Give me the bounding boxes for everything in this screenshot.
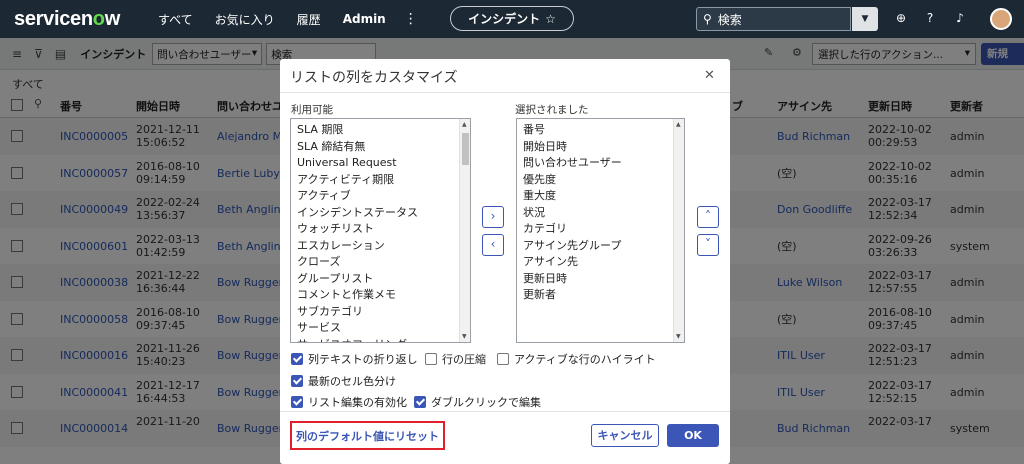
cell-coloring-label: 最新のセル色分け <box>308 375 396 388</box>
available-column-option[interactable]: SLA 締結有無 <box>291 139 470 156</box>
scroll-down-icon[interactable]: ▼ <box>676 333 681 340</box>
available-label: 利用可能 <box>291 104 333 116</box>
search-placeholder: 検索 <box>717 12 742 27</box>
move-up-button[interactable]: ˄ <box>697 206 719 228</box>
compact-rows-label: 行の圧縮 <box>442 353 486 366</box>
highlight-active-checkbox[interactable] <box>497 353 509 365</box>
nav-link-favorites[interactable]: お気に入り <box>215 11 275 28</box>
cancel-button[interactable]: キャンセル <box>591 424 659 447</box>
available-column-option[interactable]: グループリスト <box>291 271 470 288</box>
available-column-option[interactable]: SLA 期限 <box>291 122 470 139</box>
incident-pill-label: インシデント <box>468 12 541 26</box>
list-edit-checkbox[interactable] <box>291 396 303 408</box>
user-avatar[interactable] <box>990 8 1012 30</box>
search-icon: ⚲ <box>703 12 712 26</box>
available-column-option[interactable]: インシデントステータス <box>291 205 470 222</box>
selected-column-option[interactable]: 更新者 <box>517 287 684 304</box>
help-icon[interactable]: ? <box>922 10 938 26</box>
available-column-option[interactable]: アクティブ <box>291 188 470 205</box>
add-column-button[interactable]: › <box>482 206 504 228</box>
selected-column-option[interactable]: 状況 <box>517 205 684 222</box>
option-wrap-text[interactable]: 列テキストの折り返し <box>291 351 418 367</box>
star-icon[interactable]: ☆ <box>545 12 556 26</box>
selected-label: 選択されました <box>515 104 589 116</box>
option-cell-coloring[interactable]: 最新のセル色分け <box>291 373 396 389</box>
available-column-option[interactable]: アクティビティ期限 <box>291 172 470 189</box>
available-list-scrollbar[interactable]: ▲ ▼ <box>459 119 470 342</box>
scroll-thumb[interactable] <box>462 133 469 165</box>
double-click-edit-checkbox[interactable] <box>414 396 426 408</box>
compact-rows-checkbox[interactable] <box>425 353 437 365</box>
option-compact-rows[interactable]: 行の圧縮 <box>425 351 486 367</box>
selected-column-option[interactable]: アサイン先グループ <box>517 238 684 255</box>
available-column-option[interactable]: コメントと作業メモ <box>291 287 470 304</box>
selected-column-option[interactable]: 番号 <box>517 122 684 139</box>
selected-column-option[interactable]: 問い合わせユーザー <box>517 155 684 172</box>
customize-columns-dialog: リストの列をカスタマイズ ✕ 利用可能 SLA 期限 SLA 締結有無 Univer… <box>280 59 730 464</box>
option-list-edit[interactable]: リスト編集の有効化 <box>291 394 407 410</box>
available-column-option[interactable]: サービス <box>291 320 470 337</box>
available-column-option[interactable]: エスカレーション <box>291 238 470 255</box>
selected-columns-list[interactable]: 番号 開始日時 問い合わせユーザー 優先度 重大度 状況 カテゴリ アサイン先グループ アサイン… <box>516 118 685 343</box>
selected-column-option[interactable]: カテゴリ <box>517 221 684 238</box>
selected-list-scrollbar[interactable]: ▲ ▼ <box>673 119 684 342</box>
nav-link-history[interactable]: 履歴 <box>297 11 321 28</box>
available-column-option[interactable]: サブカテゴリ <box>291 304 470 321</box>
cell-coloring-checkbox[interactable] <box>291 375 303 387</box>
option-highlight-active[interactable]: アクティブな行のハイライト <box>497 351 656 367</box>
global-search-input[interactable]: ⚲ 検索 <box>696 7 851 31</box>
double-click-edit-label: ダブルクリックで編集 <box>431 396 541 409</box>
nav-link-all[interactable]: すべて <box>158 11 193 28</box>
remove-column-button[interactable]: ‹ <box>482 234 504 256</box>
dialog-title: リストの列をカスタマイズ <box>290 70 458 86</box>
scroll-down-icon[interactable]: ▼ <box>462 333 467 340</box>
notifications-bell-icon[interactable]: ♪ <box>952 10 968 26</box>
reset-columns-button[interactable]: 列のデフォルト値にリセット <box>290 421 445 450</box>
option-double-click-edit[interactable]: ダブルクリックで編集 <box>414 394 541 410</box>
move-down-button[interactable]: ˅ <box>697 234 719 256</box>
available-columns-list[interactable]: SLA 期限 SLA 締結有無 Universal Request アクティビティ期限… <box>290 118 471 343</box>
available-column-option[interactable]: Universal Request <box>291 155 470 172</box>
nav-link-admin[interactable]: Admin <box>343 12 386 26</box>
selected-column-option[interactable]: アサイン先 <box>517 254 684 271</box>
available-column-option[interactable]: サービスオファリング <box>291 337 470 343</box>
selected-column-option[interactable]: 優先度 <box>517 172 684 189</box>
ok-button[interactable]: OK <box>667 424 719 447</box>
selected-column-option[interactable]: 更新日時 <box>517 271 684 288</box>
more-menu-icon[interactable]: ⋮ <box>404 11 418 27</box>
available-column-option[interactable]: クローズ <box>291 254 470 271</box>
list-edit-label: リスト編集の有効化 <box>308 396 407 409</box>
scroll-up-icon[interactable]: ▲ <box>676 121 681 128</box>
search-scope-dropdown[interactable]: ▼ <box>852 7 878 31</box>
scroll-up-icon[interactable]: ▲ <box>462 121 467 128</box>
close-icon[interactable]: ✕ <box>704 68 715 83</box>
available-column-option[interactable]: ウォッチリスト <box>291 221 470 238</box>
footer-divider <box>280 411 730 412</box>
wrap-text-checkbox[interactable] <box>291 353 303 365</box>
highlight-active-label: アクティブな行のハイライト <box>514 353 656 366</box>
servicenow-logo[interactable]: servicenow <box>14 8 120 31</box>
globe-icon[interactable]: ⊕ <box>893 10 909 26</box>
wrap-text-label: 列テキストの折り返し <box>308 353 418 366</box>
incident-context-pill[interactable]: インシデント ☆ <box>450 6 574 31</box>
selected-column-option[interactable]: 重大度 <box>517 188 684 205</box>
dialog-divider <box>280 92 730 93</box>
selected-column-option[interactable]: 開始日時 <box>517 139 684 156</box>
